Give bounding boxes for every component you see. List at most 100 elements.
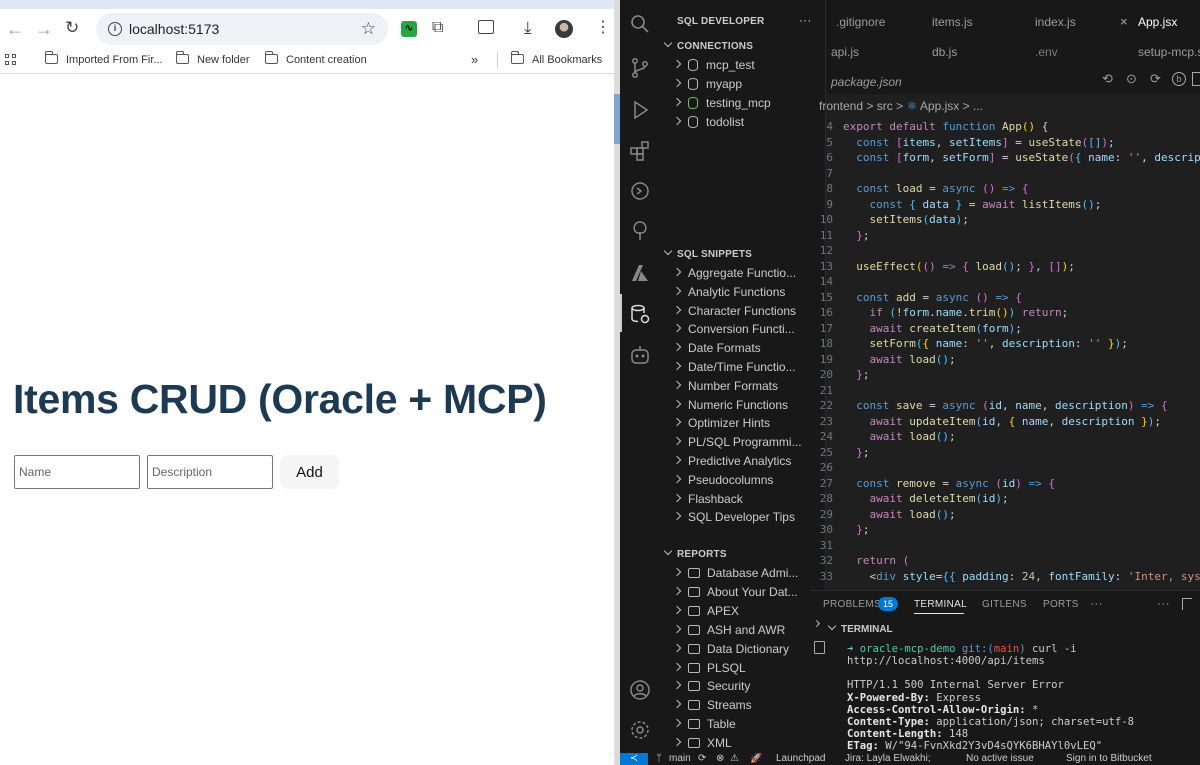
url-text[interactable]: localhost:5173	[129, 21, 219, 37]
breadcrumb-src[interactable]: src	[877, 99, 893, 113]
more-bookmarks-icon[interactable]: »	[471, 52, 478, 67]
report-item[interactable]: XML	[674, 736, 824, 750]
sql-developer-icon[interactable]	[628, 302, 652, 326]
account-icon[interactable]	[628, 678, 652, 702]
copilot-chat-icon[interactable]: b	[1172, 72, 1186, 86]
snippet-item[interactable]: Flashback	[674, 492, 824, 506]
status-jira[interactable]: Jira: Layla Elwakhi;	[845, 753, 931, 765]
connection-myapp[interactable]: myapp	[674, 77, 824, 91]
remote-explorer-icon[interactable]	[628, 179, 652, 203]
reports-header[interactable]: REPORTS	[663, 546, 727, 560]
warning-icon[interactable]: ⚠	[730, 753, 739, 765]
tab-index-js[interactable]: index.js	[1035, 15, 1076, 29]
bookmark-imported[interactable]: Imported From Fir...	[44, 51, 163, 66]
tab-items-js[interactable]: items.js	[932, 15, 973, 29]
tab-setup-mcp[interactable]: setup-mcp.s	[1138, 45, 1200, 59]
address-bar[interactable]: i localhost:5173 ☆	[96, 13, 388, 45]
connection-testing-mcp[interactable]: testing_mcp	[674, 96, 824, 110]
tab-gitignore[interactable]: .gitignore	[836, 15, 885, 29]
panel-more-icon[interactable]: ···	[1090, 596, 1103, 610]
report-item[interactable]: ASH and AWR	[674, 623, 824, 637]
code-editor[interactable]: 4 export default function App() {5 const …	[811, 119, 1200, 591]
cast-search-icon[interactable]	[478, 20, 494, 34]
report-item[interactable]: APEX	[674, 604, 824, 618]
snippet-item[interactable]: Numeric Functions	[674, 398, 824, 412]
report-item[interactable]: Table	[674, 717, 824, 731]
back-icon[interactable]: ←	[6, 19, 24, 39]
copilot-icon[interactable]	[628, 343, 652, 367]
menu-kebab-icon[interactable]: ⋮	[595, 17, 611, 37]
tab-api-js[interactable]: api.js	[831, 45, 859, 59]
tab-terminal[interactable]: TERMINAL	[914, 599, 967, 610]
snippet-item[interactable]: SQL Developer Tips	[674, 510, 824, 524]
tab-gitlens[interactable]: GITLENS	[982, 599, 1027, 610]
reload-icon[interactable]: ↻	[65, 18, 79, 38]
extensions-icon[interactable]	[628, 139, 652, 163]
source-control-icon[interactable]	[628, 56, 652, 80]
terminal-section[interactable]: TERMINAL	[827, 621, 893, 635]
breadcrumb-ellipsis[interactable]: ...	[973, 99, 983, 113]
bookmark-content-creation[interactable]: Content creation	[264, 51, 367, 66]
connection-todolist[interactable]: todolist	[674, 115, 824, 129]
tree-icon[interactable]	[628, 219, 652, 243]
terminal-doc-icon[interactable]	[814, 641, 825, 654]
snippet-item[interactable]: Date Formats	[674, 341, 824, 355]
apps-grid-icon[interactable]	[5, 54, 17, 66]
extensions-puzzle-icon[interactable]: ⧉	[432, 19, 443, 37]
breadcrumb-app-jsx[interactable]: App.jsx	[920, 99, 959, 113]
search-icon[interactable]	[628, 12, 652, 36]
report-item[interactable]: About Your Dat...	[674, 585, 824, 599]
run-debug-icon[interactable]	[628, 98, 652, 122]
git-compare-icon[interactable]: ⟲	[1102, 71, 1113, 87]
timeline-icon[interactable]: ⊙	[1126, 71, 1137, 87]
breadcrumb-frontend[interactable]: frontend	[819, 99, 863, 113]
split-editor-icon[interactable]	[1192, 72, 1200, 86]
terminal-output[interactable]: ➜ oracle-mcp-demo git:(main) curl -i htt…	[847, 643, 1199, 753]
chevron-right-icon[interactable]	[812, 619, 821, 628]
snippet-item[interactable]: Pseudocolumns	[674, 473, 824, 487]
status-launchpad[interactable]: Launchpad	[776, 753, 826, 765]
snippet-item[interactable]: Date/Time Functio...	[674, 360, 824, 374]
snippet-item[interactable]: Conversion Functi...	[674, 322, 824, 336]
connections-header[interactable]: CONNECTIONS	[663, 38, 753, 52]
snippet-item[interactable]: Number Formats	[674, 379, 824, 393]
bookmark-new-folder[interactable]: New folder	[175, 51, 250, 66]
error-icon[interactable]: ⊗	[716, 753, 724, 765]
azure-icon[interactable]	[628, 261, 652, 285]
snippet-item[interactable]: Optimizer Hints	[674, 416, 824, 430]
remote-indicator-icon[interactable]: ≺	[620, 753, 648, 765]
snippet-item[interactable]: Character Functions	[674, 304, 824, 318]
all-bookmarks[interactable]: All Bookmarks	[510, 51, 602, 66]
report-item[interactable]: Security	[674, 679, 824, 693]
tab-package-json[interactable]: package.json	[831, 75, 902, 89]
name-input[interactable]	[14, 455, 140, 489]
connection-mcp-test[interactable]: mcp_test	[674, 58, 824, 72]
sidebar-more-icon[interactable]: ···	[799, 13, 812, 27]
add-button[interactable]: Add	[280, 455, 339, 489]
git-forward-icon[interactable]: ⟳	[1150, 71, 1161, 87]
close-icon[interactable]: ×	[1120, 14, 1128, 29]
sql-snippets-header[interactable]: SQL SNIPPETS	[663, 246, 752, 260]
report-item[interactable]: Data Dictionary	[674, 642, 824, 656]
tab-db-js[interactable]: db.js	[932, 45, 957, 59]
snippet-item[interactable]: PL/SQL Programmi...	[674, 435, 824, 449]
tab-app-jsx[interactable]: App.jsx	[1138, 15, 1177, 29]
profile-avatar[interactable]	[555, 20, 573, 38]
panel-options-icon[interactable]: ···	[1157, 596, 1170, 610]
download-icon[interactable]: ⤓	[524, 18, 532, 38]
tab-problems[interactable]: PROBLEMS	[823, 599, 881, 610]
extension-icon[interactable]: ∿	[401, 21, 417, 37]
sync-icon[interactable]: ⟳	[698, 753, 706, 765]
forward-icon[interactable]: →	[35, 19, 53, 39]
tab-ports[interactable]: PORTS	[1043, 599, 1079, 610]
site-info-icon[interactable]: i	[108, 22, 122, 36]
snippet-item[interactable]: Predictive Analytics	[674, 454, 824, 468]
snippet-item[interactable]: Aggregate Functio...	[674, 266, 824, 280]
report-item[interactable]: Streams	[674, 698, 824, 712]
report-item[interactable]: PLSQL	[674, 661, 824, 675]
status-branch[interactable]: main	[669, 753, 691, 765]
description-input[interactable]	[147, 455, 273, 489]
snippet-item[interactable]: Analytic Functions	[674, 285, 824, 299]
bookmark-star-icon[interactable]: ☆	[361, 19, 376, 39]
tab-env[interactable]: .env	[1035, 45, 1058, 59]
